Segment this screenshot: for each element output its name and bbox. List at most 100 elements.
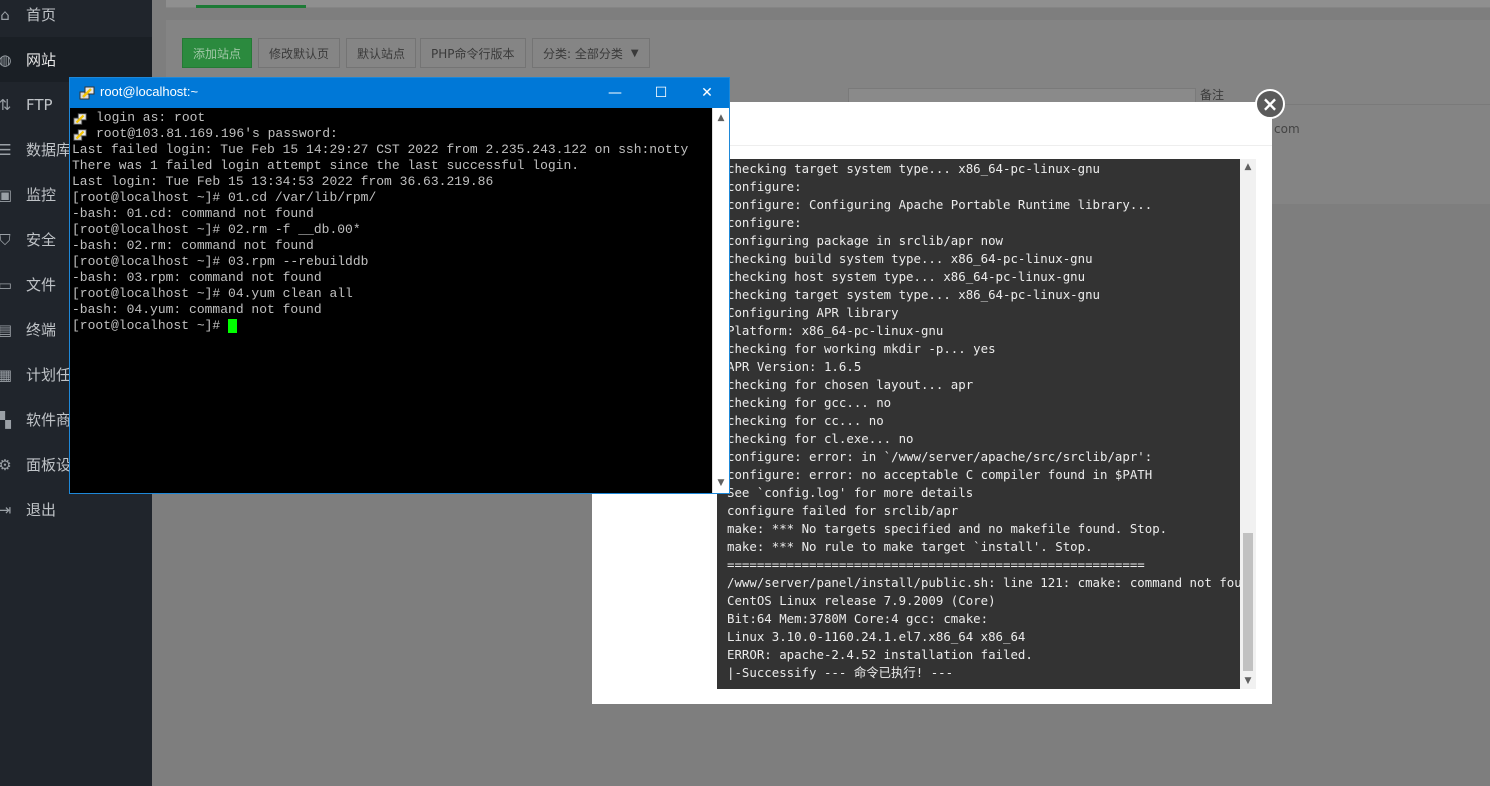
- database-icon: ☰: [0, 140, 12, 159]
- maximize-icon: ☐: [654, 85, 668, 101]
- window-title: root@localhost:~: [100, 84, 199, 99]
- log-line: /www/server/panel/install/public.sh: lin…: [727, 575, 1240, 590]
- table-cell-domain: com: [1274, 122, 1300, 136]
- sidebar-item-label: 终端: [26, 321, 57, 339]
- putty-title-bar[interactable]: root@localhost:~ — ☐ ✕: [70, 78, 729, 108]
- active-tab-indicator: [196, 5, 306, 8]
- scroll-down-arrow-icon[interactable]: ▼: [713, 475, 729, 491]
- chevron-down-icon: ▼: [630, 47, 639, 59]
- log-line: Platform: x86_64-pc-linux-gnu: [727, 323, 944, 338]
- scroll-up-arrow-icon[interactable]: ▲: [713, 110, 729, 126]
- sidebar-item-label: 安全: [26, 231, 57, 249]
- schedule-icon: ▦: [0, 365, 13, 384]
- log-line: checking build system type... x86_64-pc-…: [727, 251, 1093, 266]
- log-line: configure:: [727, 179, 802, 194]
- log-line: configure: Configuring Apache Portable R…: [727, 197, 1153, 212]
- minimize-button[interactable]: —: [592, 78, 638, 108]
- default-site-button[interactable]: 默认站点: [346, 38, 417, 68]
- minimize-icon: —: [608, 85, 622, 101]
- sidebar-item-label: 监控: [26, 186, 57, 204]
- close-icon: ✕: [701, 85, 713, 101]
- terminal-line: Last login: Tue Feb 15 13:34:53 2022 fro…: [72, 174, 494, 189]
- add-site-button[interactable]: 添加站点: [182, 38, 253, 68]
- scroll-thumb[interactable]: [1243, 533, 1253, 671]
- log-line: ========================================…: [727, 557, 1145, 572]
- sidebar-item-label: 退出: [26, 501, 57, 519]
- sidebar-item-label: 首页: [26, 6, 57, 24]
- log-line: configure: error: no acceptable C compil…: [727, 467, 1153, 482]
- log-line: checking for cc... no: [727, 413, 884, 428]
- log-line: checking for gcc... no: [727, 395, 892, 410]
- terminal-line: [root@localhost ~]#: [72, 318, 229, 333]
- putty-prompt-icon: [73, 111, 87, 125]
- shield-icon: ⛉: [0, 230, 11, 249]
- log-line: checking for working mkdir -p... yes: [727, 341, 996, 356]
- log-line: make: *** No rule to make target `instal…: [727, 539, 1093, 554]
- terminal-cursor: [228, 319, 238, 333]
- log-line: Configuring APR library: [727, 305, 899, 320]
- log-line: configure: error: in `/www/server/apache…: [727, 449, 1153, 464]
- log-line: checking target system type... x86_64-pc…: [727, 161, 1100, 176]
- ftp-icon: ⇅: [0, 95, 12, 114]
- log-line: ERROR: apache-2.4.52 installation failed…: [727, 647, 1033, 662]
- terminal-line: There was 1 failed login attempt since t…: [72, 158, 580, 173]
- grid-icon: ▚: [0, 410, 11, 429]
- top-tab-strip: [166, 0, 1490, 8]
- close-window-button[interactable]: ✕: [684, 78, 730, 108]
- globe-icon: ◍: [0, 50, 12, 69]
- install-log-output[interactable]: checking target system type... x86_64-pc…: [717, 159, 1240, 689]
- log-line: checking for cl.exe... no: [727, 431, 914, 446]
- category-select-label: 分类: 全部分类: [543, 46, 623, 61]
- sidebar-item-website[interactable]: ◍ 网站: [0, 37, 152, 82]
- sidebar-item-home[interactable]: ⌂ 首页: [0, 0, 152, 37]
- home-icon: ⌂: [0, 5, 10, 24]
- terminal-output[interactable]: login as: root root@103.81.169.196's pass…: [70, 108, 712, 493]
- log-line: APR Version: 1.6.5: [727, 359, 862, 374]
- close-icon: ×: [1261, 92, 1279, 116]
- folder-icon: ▭: [0, 275, 13, 294]
- terminal-line: -bash: 03.rpm: command not found: [72, 270, 322, 285]
- terminal-line: [root@localhost ~]# 04.yum clean all: [72, 286, 353, 301]
- terminal-line: [root@localhost ~]# 03.rpm --rebuilddb: [72, 254, 369, 269]
- sidebar-item-label: FTP: [26, 95, 53, 114]
- terminal-line: -bash: 01.cd: command not found: [72, 206, 314, 221]
- modify-default-page-button[interactable]: 修改默认页: [258, 38, 341, 68]
- log-line: configuring package in srclib/apr now: [727, 233, 1004, 248]
- remark-column-header: 备注: [1200, 88, 1225, 102]
- log-line: See `config.log' for more details: [727, 485, 974, 500]
- terminal-icon: ▤: [0, 320, 13, 339]
- log-line: make: *** No targets specified and no ma…: [727, 521, 1168, 536]
- log-line: checking for chosen layout... apr: [727, 377, 974, 392]
- maximize-button[interactable]: ☐: [638, 78, 684, 108]
- log-line: CentOS Linux release 7.9.2009 (Core): [727, 593, 996, 608]
- terminal-line: -bash: 02.rm: command not found: [72, 238, 314, 253]
- php-cli-version-button[interactable]: PHP命令行版本: [420, 38, 526, 68]
- gear-icon: ⚙: [0, 455, 12, 474]
- putty-window: root@localhost:~ — ☐ ✕ login as: root roo…: [69, 77, 730, 494]
- terminal-line: root@103.81.169.196's password:: [96, 126, 338, 141]
- terminal-line: Last failed login: Tue Feb 15 14:29:27 C…: [72, 142, 689, 157]
- category-select[interactable]: 分类: 全部分类 ▼: [532, 38, 650, 68]
- log-line: configure failed for srclib/apr: [727, 503, 959, 518]
- sidebar-item-label: 网站: [26, 51, 57, 69]
- putty-app-icon: [79, 86, 95, 100]
- logout-icon: ⇥: [0, 500, 12, 519]
- close-dialog-button[interactable]: ×: [1255, 89, 1285, 119]
- log-line: |-Successify --- 命令已执行! ---: [727, 665, 954, 680]
- terminal-scrollbar[interactable]: ▲ ▼: [712, 108, 729, 493]
- log-line: checking host system type... x86_64-pc-l…: [727, 269, 1086, 284]
- log-line: configure:: [727, 215, 802, 230]
- monitor-icon: ▣: [0, 185, 13, 204]
- log-line: checking target system type... x86_64-pc…: [727, 287, 1100, 302]
- terminal-line: [root@localhost ~]# 02.rm -f __db.00*: [72, 222, 361, 237]
- scroll-up-arrow-icon[interactable]: ▲: [1240, 159, 1256, 175]
- sidebar-item-label: 文件: [26, 276, 57, 294]
- log-line: Bit:64 Mem:3780M Core:4 gcc: cmake:: [727, 611, 989, 626]
- log-line: Linux 3.10.0-1160.24.1.el7.x86_64 x86_64: [727, 629, 1026, 644]
- terminal-line: -bash: 04.yum: command not found: [72, 302, 322, 317]
- terminal-line: [root@localhost ~]# 01.cd /var/lib/rpm/: [72, 190, 377, 205]
- log-scrollbar[interactable]: ▲ ▼: [1240, 159, 1256, 689]
- putty-prompt-icon: [73, 127, 87, 141]
- terminal-line: login as: root: [96, 110, 206, 125]
- scroll-down-arrow-icon[interactable]: ▼: [1240, 673, 1256, 689]
